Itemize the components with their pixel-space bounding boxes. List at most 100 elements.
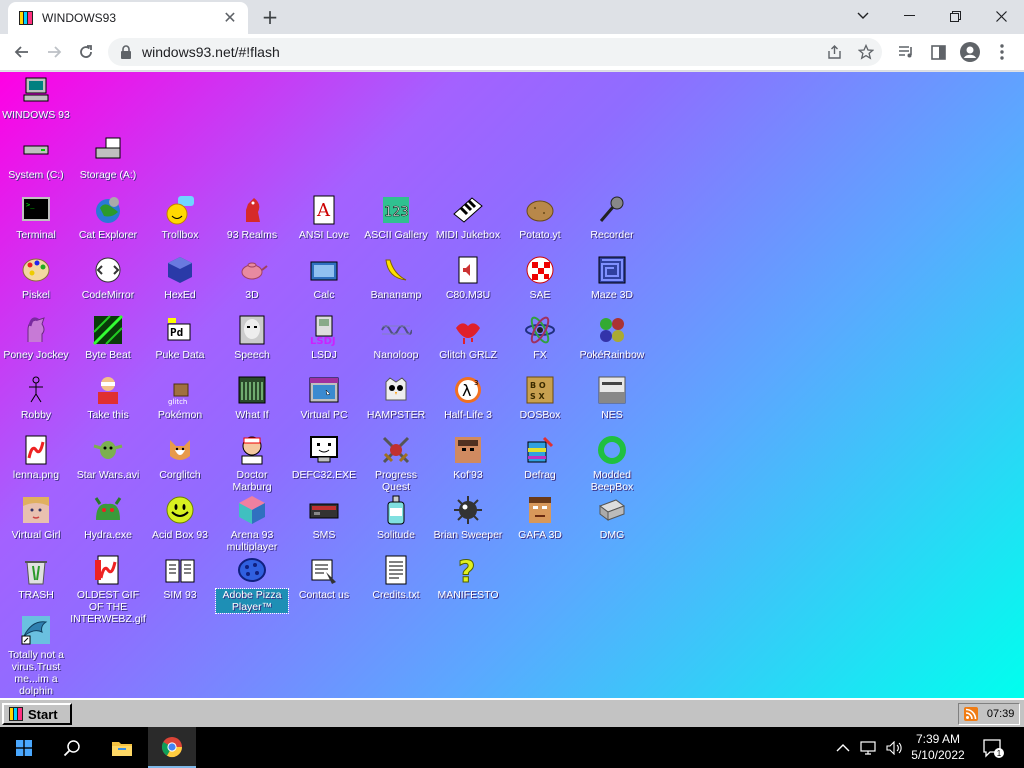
desktop-icon[interactable]: TRASH [0,554,72,601]
desktop-icon[interactable]: Adobe Pizza Player™ [215,554,289,614]
desktop-icon[interactable]: WINDOWS 93 [0,74,72,121]
desktop-icon[interactable]: CodeMirror [72,254,144,301]
desktop-icon[interactable]: Hydra.exe [72,494,144,541]
desktop-icon[interactable]: >_ Terminal [0,194,72,241]
desktop-icon[interactable]: NES [576,374,648,421]
desktop-icon-label: Potato.yt [519,229,561,241]
windows-start-icon[interactable] [0,727,48,768]
desktop-icon[interactable]: HAMPSTER [360,374,432,421]
desktop-icon[interactable]: GAFA 3D [504,494,576,541]
address-bar[interactable]: windows93.net/#!flash [108,38,882,66]
desktop-icon[interactable]: Recorder [576,194,648,241]
desktop-icon[interactable]: LSDJ LSDJ [288,314,360,361]
minimize-button[interactable] [886,2,932,30]
desktop-icon[interactable]: Defrag [504,434,576,481]
desktop-icon[interactable]: Potato.yt [504,194,576,241]
desktop-icon[interactable]: 93 Realms [216,194,288,241]
reload-button[interactable] [72,38,100,66]
desktop-icon[interactable]: Speech [216,314,288,361]
desktop-icon[interactable]: FX [504,314,576,361]
taskbar-clock[interactable]: 7:39 AM 5/10/2022 [896,731,980,763]
desktop-icon[interactable]: lenna.png [0,434,72,481]
desktop-icon[interactable]: C80.M3U [432,254,504,301]
desktop-icon-label: SAE [529,289,551,301]
desktop-icon[interactable]: DMG [576,494,648,541]
desktop-icon[interactable]: 123 ASCII Gallery [360,194,432,241]
desktop-icon[interactable]: Modded BeepBox [576,434,648,493]
desktop-icon[interactable]: Brian Sweeper [432,494,504,541]
file-explorer-icon[interactable] [98,727,146,768]
network-icon[interactable] [860,740,878,755]
close-window-button[interactable] [978,2,1024,30]
desktop-icon[interactable]: glitch Pokémon [144,374,216,421]
desktop-icon[interactable]: Calc [288,254,360,301]
media-control-icon[interactable] [892,38,920,66]
lock-icon[interactable] [120,45,132,59]
desktop-icon[interactable]: Solitude [360,494,432,541]
notification-center-icon[interactable]: 1 [970,727,1016,768]
desktop-icon[interactable]: OLDEST GIF OF THE INTERWEBZ.gif [70,554,146,625]
desktop-icon[interactable]: ? MANIFESTO [432,554,504,602]
close-tab-icon[interactable]: ✕ [222,10,238,26]
desktop-icon[interactable]: Totally not a virus.Trust me...im a dolp… [0,614,72,697]
desktop-icon[interactable]: Storage (A:) [72,134,144,181]
desktop-icon[interactable]: Credits.txt [360,554,432,601]
desktop-icon[interactable]: λ 3 Half-Life 3 [432,374,504,421]
desktop-icon-label: Take this [87,409,129,421]
desktop-icon[interactable]: HexEd [144,254,216,301]
desktop-icon[interactable]: DEFC32.EXE [288,434,360,481]
desktop-icon[interactable]: Doctor Marburg [216,434,288,493]
restore-button[interactable] [932,2,978,30]
search-icon[interactable] [48,727,96,768]
desktop-icon[interactable]: Contact us [288,554,360,601]
start-button[interactable]: Start [2,703,72,725]
desktop-icon[interactable]: MIDI Jukebox [432,194,504,241]
desktop-icon[interactable]: What If [216,374,288,421]
desktop-icon[interactable]: Trollbox [144,194,216,241]
forward-button[interactable] [40,38,68,66]
desktop-icon[interactable]: Nanoloop [360,314,432,361]
rss-feed-icon[interactable] [963,707,978,721]
show-hidden-icons-chevron-icon[interactable] [836,743,850,753]
profile-avatar-icon[interactable] [956,38,984,66]
chrome-taskbar-icon[interactable] [148,727,196,768]
desktop-icon[interactable]: Take this [72,374,144,421]
desktop-icon[interactable]: Glitch GRLZ [432,314,504,361]
desktop-icon[interactable]: Star Wars.avi [72,434,144,481]
desktop-icon[interactable]: Robby [0,374,72,421]
desktop-icon[interactable]: B O S X DOSBox [504,374,576,421]
desktop-icon[interactable]: System (C:) [0,134,72,181]
side-panel-icon[interactable] [924,38,952,66]
desktop-icon[interactable]: Acid Box 93 [144,494,216,541]
desktop-icon[interactable]: Maze 3D [576,254,648,301]
desktop-icon[interactable]: Byte Beat [72,314,144,361]
desktop-icon[interactable]: SAE [504,254,576,301]
desktop-icon[interactable]: Virtual Girl [0,494,72,541]
desktop-icon[interactable]: SMS [288,494,360,541]
desktop-icon[interactable]: Arena 93 multiplayer [216,494,288,553]
desktop-icon[interactable]: Progress Quest [360,434,432,493]
desktop-icon-label: TRASH [18,589,54,601]
tab-search-chevron-icon[interactable] [840,2,886,30]
bookmark-star-icon[interactable] [852,38,880,66]
desktop-icon[interactable]: PokéRainbow [576,314,648,361]
desktop-icon[interactable]: Cat Explorer [72,194,144,241]
bottle-icon [380,494,412,526]
browser-tab[interactable]: WINDOWS93 ✕ [8,2,248,34]
desktop-icon[interactable]: Pd Puke Data [144,314,216,361]
lips-icon [452,314,484,346]
desktop-icon[interactable]: Piskel [0,254,72,301]
desktop-icon[interactable]: A ANSI Love [288,194,360,241]
share-icon[interactable] [820,38,848,66]
desktop-icon[interactable]: Kof'93 [432,434,504,481]
desktop-icon[interactable]: Corglitch [144,434,216,481]
back-button[interactable] [8,38,36,66]
new-tab-button[interactable]: + [258,6,282,30]
windows93-desktop[interactable]: WINDOWS 93 System (C:) Storage (A:) >_ Termi… [0,72,1024,698]
desktop-icon[interactable]: Virtual PC [288,374,360,421]
desktop-icon[interactable]: SIM 93 [144,554,216,601]
desktop-icon[interactable]: Poney Jockey [0,314,72,361]
desktop-icon[interactable]: Bananamp [360,254,432,301]
desktop-icon[interactable]: 3D [216,254,288,301]
browser-menu-icon[interactable] [988,38,1016,66]
